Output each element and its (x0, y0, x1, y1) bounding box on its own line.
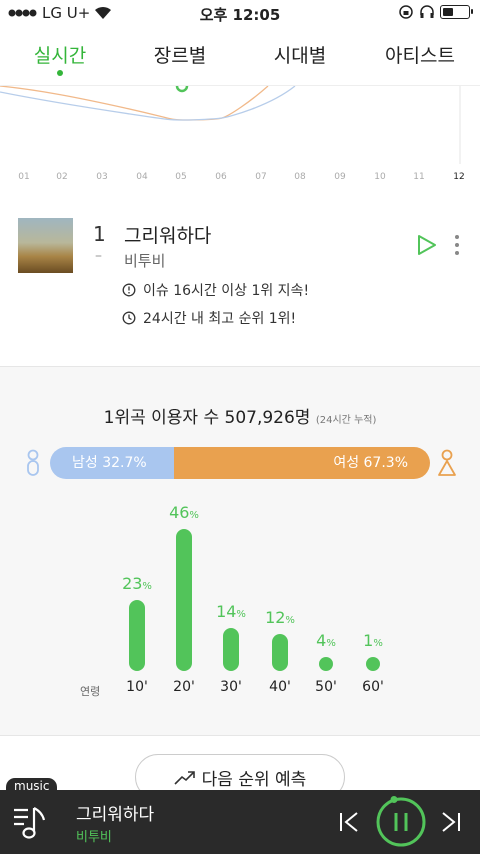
hour-label: 10 (374, 172, 386, 182)
playlist-icon[interactable] (12, 802, 52, 842)
age-pct-value: 12 (265, 607, 286, 627)
hour-label: 01 (18, 172, 30, 182)
age-pct-label: 4% (301, 631, 351, 650)
battery-level (443, 8, 453, 16)
hour-label: 09 (334, 172, 346, 182)
next-rank-label: 다음 순위 예측 (201, 769, 307, 790)
hour-axis: 01 02 03 04 05 06 07 08 09 10 11 12 (0, 172, 480, 190)
tab-realtime[interactable]: 실시간 (0, 28, 120, 85)
headphones-icon (420, 5, 434, 18)
rank-1-song: 1 – 그리워하다 비투비 이슈 16시간 이상 1위 지속! 24시간 내 최… (0, 210, 480, 360)
age-group-label: 40' (269, 679, 291, 695)
hour-label: 11 (413, 172, 425, 182)
trend-point-green (175, 86, 189, 93)
trend-up-icon (174, 771, 195, 785)
trend-line-blue (0, 86, 296, 121)
age-pct-label: 1% (348, 631, 398, 650)
player-title[interactable]: 그리워하다 (76, 800, 154, 825)
trend-lines (0, 86, 461, 164)
age-pct-label: 12% (255, 608, 305, 627)
hour-label: 05 (175, 172, 187, 182)
status-right (398, 4, 473, 20)
song-artist[interactable]: 비투비 (124, 250, 165, 271)
tab-genre[interactable]: 장르별 (120, 28, 240, 85)
pause-icon[interactable] (375, 796, 427, 848)
age-pct-label: 14% (206, 602, 256, 621)
female-share-bar: 여성 67.3% (174, 447, 430, 479)
age-bar (272, 633, 288, 671)
more-options-icon[interactable] (452, 234, 462, 256)
play-icon[interactable] (417, 234, 437, 256)
age-group-label: 30' (220, 679, 242, 695)
age-bar (223, 627, 239, 671)
hour-label: 02 (56, 172, 68, 182)
age-bar (129, 600, 145, 671)
age-pct-label: 46% (159, 503, 209, 522)
tab-artist[interactable]: 아티스트 (360, 28, 480, 85)
age-pct-value: 23 (122, 574, 143, 593)
hour-label: 03 (96, 172, 108, 182)
age-pct-label: 23% (112, 574, 162, 593)
age-pct-unit: % (189, 510, 199, 521)
clock-alert-icon (122, 283, 136, 297)
info-text: 이슈 16시간 이상 1위 지속! (143, 283, 310, 299)
age-group-label: 10' (126, 679, 148, 695)
player-artist[interactable]: 비투비 (76, 826, 112, 845)
previous-track-icon[interactable] (338, 810, 360, 834)
rank-number: 1 (93, 222, 106, 246)
age-pct-unit: % (142, 581, 152, 592)
age-bar (176, 529, 192, 671)
age-bar (319, 657, 333, 671)
age-pct-value: 4 (316, 631, 327, 650)
clock-icon (122, 311, 136, 325)
info-line-2: 24시간 내 최고 순위 1위! (122, 308, 296, 328)
tab-era[interactable]: 시대별 (240, 28, 360, 85)
male-icon (27, 449, 39, 476)
next-track-icon[interactable] (440, 810, 462, 834)
hour-label: 04 (136, 172, 148, 182)
gender-ratio-bar: 남성 32.7% 여성 67.3% (50, 447, 430, 479)
stats-title-value: 507,926명 (224, 408, 311, 428)
info-text: 24시간 내 최고 순위 1위! (143, 311, 297, 327)
stats-title-prefix: 1위곡 이용자 수 (103, 408, 220, 428)
age-pct-unit: % (326, 638, 336, 649)
info-line-1: 이슈 16시간 이상 1위 지속! (122, 280, 309, 300)
status-bar: LG U+ 오후 12:05 (0, 0, 480, 28)
stats-title: 1위곡 이용자 수 507,926명 (24시간 누적) (0, 403, 480, 428)
stats-title-note: (24시간 누적) (315, 415, 377, 426)
age-pct-value: 1 (363, 631, 374, 650)
age-pct-value: 46 (169, 503, 190, 522)
battery-icon (440, 5, 473, 19)
hour-label: 06 (215, 172, 227, 182)
rotation-lock-icon (399, 5, 413, 19)
hour-label: 08 (294, 172, 306, 182)
male-share-bar: 남성 32.7% (50, 447, 175, 479)
age-axis-title: 연령 (80, 685, 101, 698)
rank-change: – (95, 248, 102, 264)
age-pct-unit: % (236, 608, 246, 620)
album-art[interactable] (18, 218, 73, 273)
hour-label: 07 (255, 172, 267, 182)
hour-label-current[interactable]: 12 (447, 172, 471, 182)
age-group-label: 60' (362, 679, 384, 695)
mini-player: 그리워하다 비투비 (0, 790, 480, 854)
age-pct-value: 14 (216, 601, 237, 621)
song-title[interactable]: 그리워하다 (124, 221, 211, 248)
age-pct-unit: % (285, 614, 295, 626)
female-icon (438, 449, 456, 476)
chart-tabs: 실시간 장르별 시대별 아티스트 (0, 28, 480, 86)
listener-stats: 1위곡 이용자 수 507,926명 (24시간 누적) 남성 32.7% 여성… (0, 366, 480, 736)
age-group-label: 20' (173, 679, 195, 695)
age-pct-unit: % (373, 638, 383, 649)
age-group-label: 50' (315, 679, 337, 695)
age-bar (366, 657, 380, 671)
